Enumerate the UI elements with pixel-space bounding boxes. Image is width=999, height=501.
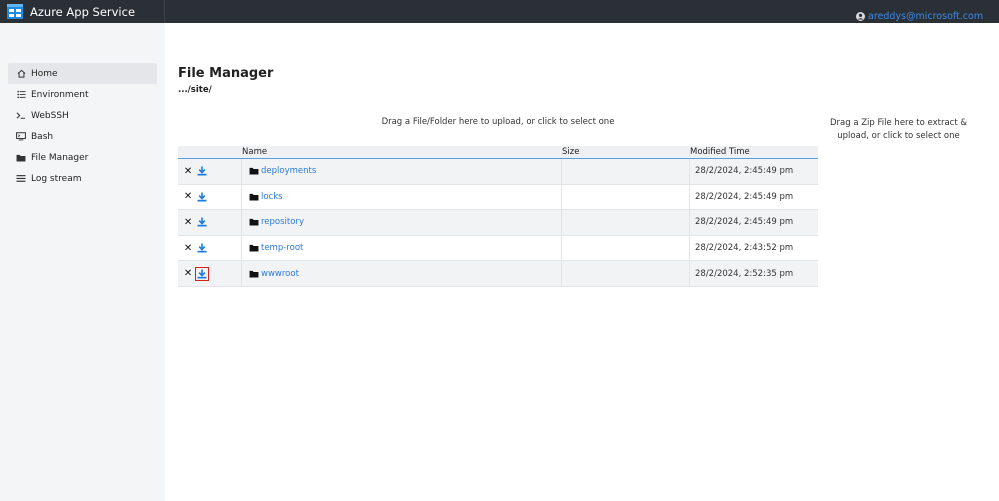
name-cell: wwwroot (242, 261, 562, 286)
download-icon[interactable] (196, 242, 208, 254)
sidebar-item-label: File Manager (31, 152, 89, 163)
sidebar-item-label: Bash (31, 131, 54, 142)
table-row: ✕ deployments 28/2/2024, 2:45:49 pm (178, 159, 818, 185)
folder-link[interactable]: deployments (261, 166, 316, 176)
table-row: ✕ locks 28/2/2024, 2:45:49 pm (178, 184, 818, 211)
user-email: areddys@microsoft.com (868, 11, 984, 22)
folder-icon (249, 193, 259, 201)
top-bar: Azure App Service areddys@microsoft.com (0, 0, 999, 23)
user-circle-icon (856, 12, 865, 21)
sidebar-item-label: WebSSH (31, 110, 69, 121)
table-row: ✕ wwwroot 28/2/2024, 2:52:35 pm (178, 261, 818, 287)
name-cell: deployments (242, 159, 562, 184)
sidebar-item-environment[interactable]: Environment (8, 84, 157, 105)
size-cell (562, 159, 690, 184)
terminal-icon (16, 111, 26, 121)
sidebar-item-label: Home (31, 68, 58, 79)
delete-icon[interactable]: ✕ (184, 217, 192, 228)
app-title: Azure App Service (30, 4, 136, 19)
sidebar-item-file-manager[interactable]: File Manager (8, 147, 157, 168)
user-account[interactable]: areddys@microsoft.com (856, 11, 983, 22)
zip-upload-dropzone[interactable]: Drag a Zip File here to extract & upload… (817, 117, 980, 143)
modified-cell: 28/2/2024, 2:52:35 pm (695, 268, 794, 279)
sidebar-item-home[interactable]: Home (8, 63, 157, 84)
sidebar: Home Environment WebSSH Bash File Manage… (0, 23, 165, 501)
row-actions: ✕ (178, 184, 242, 210)
modified-cell: 28/2/2024, 2:43:52 pm (695, 243, 794, 254)
download-icon[interactable] (196, 216, 208, 228)
console-icon (16, 132, 26, 142)
folder-link[interactable]: wwwroot (261, 269, 299, 279)
table-row: ✕ repository 28/2/2024, 2:45:49 pm (178, 210, 818, 236)
sidebar-item-label: Environment (31, 89, 89, 100)
column-header-size[interactable]: Size (562, 146, 690, 158)
row-actions: ✕ (178, 159, 242, 184)
row-actions: ✕ (178, 210, 242, 235)
size-cell (562, 261, 690, 286)
sidebar-item-log-stream[interactable]: Log stream (8, 168, 157, 189)
size-cell (562, 235, 690, 261)
column-header-name[interactable]: Name (178, 146, 562, 158)
sidebar-nav: Home Environment WebSSH Bash File Manage… (8, 63, 157, 189)
row-actions: ✕ (178, 261, 242, 286)
download-icon[interactable] (196, 165, 208, 177)
folder-icon (16, 153, 26, 163)
delete-icon[interactable]: ✕ (184, 268, 192, 279)
name-cell: repository (242, 210, 562, 235)
page-title: File Manager (178, 66, 274, 81)
azure-app-service-logo-icon (6, 3, 24, 20)
folder-link[interactable]: temp-root (261, 243, 303, 253)
file-table: Name Size Modified Time ✕ deployments 28… (178, 146, 818, 287)
modified-cell: 28/2/2024, 2:45:49 pm (695, 166, 794, 177)
current-path: .../site/ (178, 85, 212, 95)
upload-dropzone[interactable]: Drag a File/Folder here to upload, or cl… (178, 117, 818, 127)
download-icon[interactable] (196, 191, 208, 203)
folder-icon (249, 270, 259, 278)
delete-icon[interactable]: ✕ (184, 191, 192, 202)
delete-icon[interactable]: ✕ (184, 243, 192, 254)
folder-link[interactable]: repository (261, 217, 304, 227)
modified-cell: 28/2/2024, 2:45:49 pm (695, 217, 794, 228)
modified-cell: 28/2/2024, 2:45:49 pm (695, 191, 794, 202)
folder-link[interactable]: locks (261, 192, 283, 202)
column-header-modified[interactable]: Modified Time (690, 146, 818, 158)
delete-icon[interactable]: ✕ (184, 166, 192, 177)
name-cell: temp-root (242, 235, 562, 261)
table-row: ✕ temp-root 28/2/2024, 2:43:52 pm (178, 235, 818, 262)
folder-icon (249, 167, 259, 175)
stream-icon (16, 174, 26, 184)
folder-icon (249, 244, 259, 252)
sidebar-item-bash[interactable]: Bash (8, 126, 157, 147)
size-cell (562, 210, 690, 235)
row-actions: ✕ (178, 235, 242, 261)
sidebar-item-label: Log stream (31, 173, 82, 184)
brand[interactable]: Azure App Service (0, 0, 165, 23)
folder-icon (249, 218, 259, 227)
main-content: File Manager .../site/ Drag a File/Folde… (165, 23, 999, 501)
download-icon[interactable] (195, 266, 209, 281)
sidebar-item-webssh[interactable]: WebSSH (8, 105, 157, 126)
table-header: Name Size Modified Time (178, 146, 818, 159)
list-icon (16, 90, 26, 100)
size-cell (562, 184, 690, 210)
home-icon (16, 69, 26, 79)
name-cell: locks (242, 184, 562, 210)
